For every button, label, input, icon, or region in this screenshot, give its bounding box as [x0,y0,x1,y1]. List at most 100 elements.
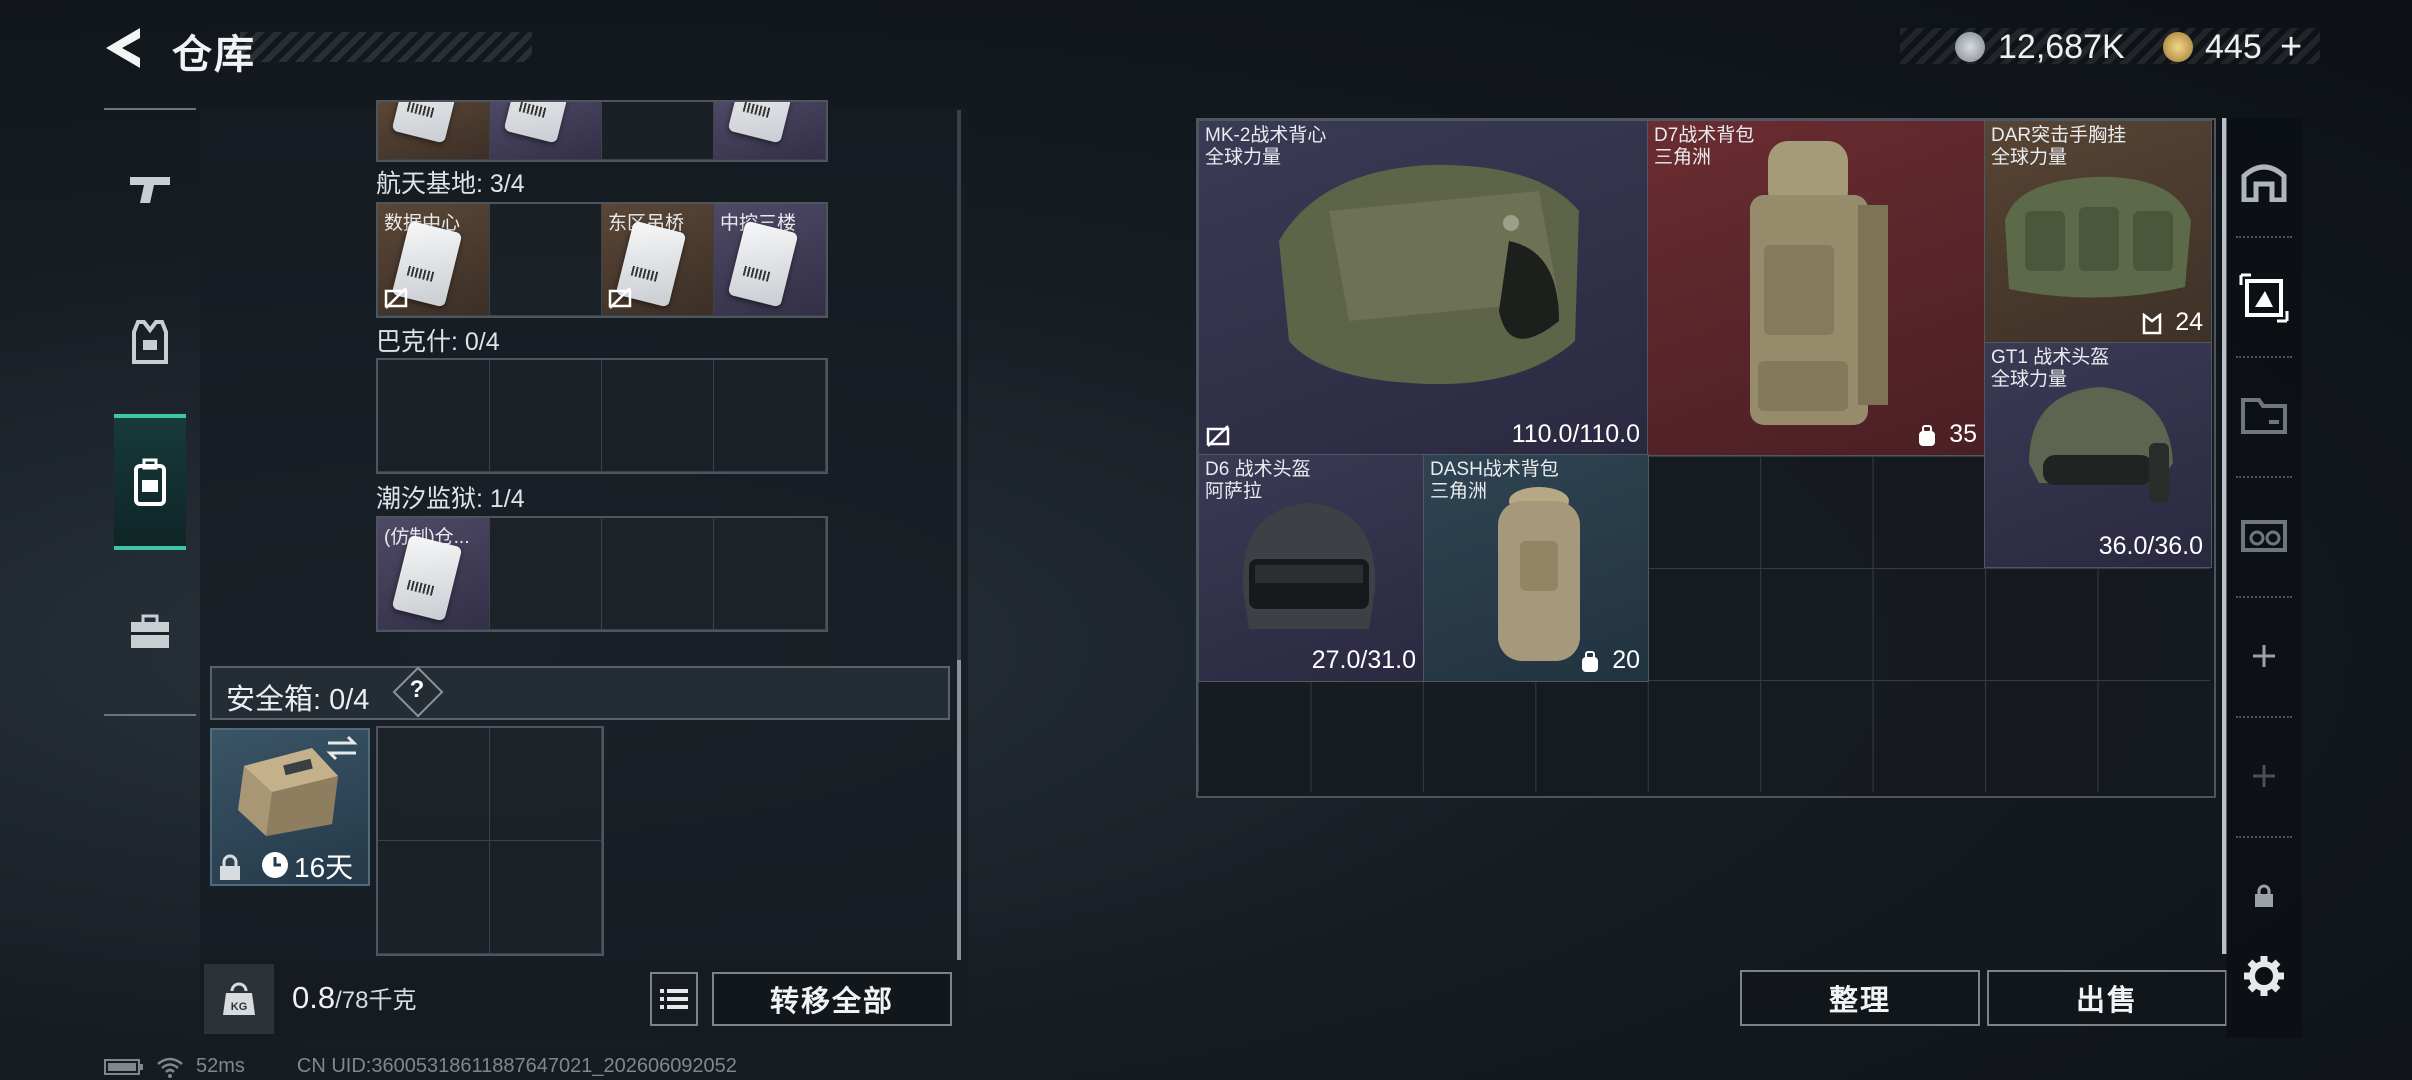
tab-divider [2236,716,2292,718]
nav-armor[interactable] [114,306,186,378]
safebox-duration: 16天 [294,852,354,883]
item-name: D6 战术头盔 阿萨拉 [1205,459,1311,502]
toolbox-icon [131,614,169,648]
empty-slot[interactable] [490,518,602,630]
plus-icon [2253,765,2275,787]
page-title: 仓库 [172,33,256,77]
empty-slot[interactable] [490,204,602,316]
item-slot[interactable] [714,102,826,160]
empty-slot[interactable] [378,728,490,841]
safebox-grid [376,726,604,956]
chest-rig-capacity-icon [2142,313,2162,335]
stash-item-helmet-gt1[interactable]: GT1 战术头盔 全球力量 36.0/36.0 [1984,342,2212,568]
nav-backpack[interactable] [114,414,186,550]
locked-tab[interactable] [2236,868,2292,924]
lock-icon [220,854,240,880]
silver-balance: 12,687K [1998,28,2125,66]
backpack-icon [134,458,166,506]
capacity: 24 [2175,308,2203,336]
gold-coin-icon [2163,32,2193,62]
item-slot[interactable]: 中控三楼 [714,204,826,316]
list-icon [660,989,688,1009]
help-button[interactable]: ? [400,676,434,704]
plus-icon [2253,645,2275,667]
stash-item-backpack[interactable]: D7战术背包 三角洲 35 [1647,120,1986,456]
durability: 110.0/110.0 [1511,420,1640,448]
svg-text:KG: KG [231,1001,248,1013]
weight-icon: KG [223,982,255,1015]
backpack-image [1750,141,1888,425]
empty-slot[interactable] [378,841,490,954]
title-decoration [240,32,532,62]
item-slot[interactable] [490,102,602,160]
key-slot-grid: (仿制)仓... [376,516,828,632]
no-card-icon [384,287,408,309]
item-name: DASH战术背包 三角洲 [1430,459,1559,502]
durability: 27.0/31.0 [1311,646,1416,674]
vehicle-icon [2241,520,2287,552]
add-stash-tab-disabled [2236,748,2292,804]
empty-slot[interactable] [602,360,714,472]
empty-slot[interactable] [714,518,826,630]
gold-balance: 445 [2205,28,2262,66]
back-button[interactable] [100,24,150,72]
swap-icon[interactable] [324,734,360,762]
battery-icon [104,1058,143,1075]
key-slot-grid [376,358,828,474]
tab-divider [2236,356,2292,358]
empty-slot[interactable] [490,728,602,841]
safebox-label: 安全箱: 0/4 [226,684,370,716]
scrollbar-thumb[interactable] [957,660,961,960]
empty-slot[interactable] [714,360,826,472]
wifi-icon [157,1057,183,1078]
tab-stash-3[interactable] [2236,386,2292,442]
stash-item-dash-backpack[interactable]: DASH战术背包 三角洲 20 [1423,454,1649,682]
weight-max: /78千克 [335,987,417,1014]
item-name: GT1 战术头盔 全球力量 [1991,347,2110,390]
item-slot[interactable]: 数据中心 [378,204,490,316]
empty-slot[interactable] [378,360,490,472]
item-slot[interactable] [378,102,490,160]
section-label: 航天基地: 3/4 [376,170,525,198]
chest-rig-image [2005,176,2191,298]
backpack-image [1498,487,1580,661]
vest-image [1279,164,1579,385]
add-stash-tab-button[interactable] [2236,628,2292,684]
empty-slot[interactable] [602,102,714,160]
clock-icon [262,852,288,878]
item-slot[interactable]: 东区吊桥 [602,204,714,316]
lock-icon [2255,884,2273,907]
tab-divider [2236,596,2292,598]
add-currency-button[interactable]: + [2280,26,2302,69]
tab-divider [2236,836,2292,838]
item-name: D7战术背包 三角洲 [1654,125,1755,168]
empty-slot[interactable] [490,841,602,954]
warehouse-icon [2241,164,2287,202]
list-view-button[interactable] [650,972,698,1026]
durability: 36.0/36.0 [2098,532,2203,560]
sort-button[interactable]: 整理 [1740,970,1980,1026]
item-slot[interactable]: (仿制)仓... [378,518,490,630]
no-card-icon [1206,425,1230,447]
key-slot-grid: 数据中心 东区吊桥 中控三楼 [376,202,828,318]
empty-slot[interactable] [602,518,714,630]
gun-icon [130,177,170,203]
no-card-icon [608,287,632,309]
settings-button[interactable] [2236,948,2292,1004]
tab-stash-4[interactable] [2236,506,2292,562]
gear-icon [2244,956,2284,996]
sell-button[interactable]: 出售 [1987,970,2227,1026]
tab-stash-1[interactable] [2236,152,2292,208]
stash-filter-icon [2239,273,2289,323]
tab-stash-2[interactable] [2236,270,2292,326]
stash-item-chest-rig[interactable]: DAR突击手胸挂 全球力量 24 [1984,120,2212,344]
stash-item-helmet-d6[interactable]: D6 战术头盔 阿萨拉 27.0/31.0 [1198,454,1425,682]
nav-weapons[interactable] [114,154,186,226]
helmet-image [2029,387,2173,503]
item-name: DAR突击手胸挂 全球力量 [1991,125,2127,168]
transfer-all-button[interactable]: 转移全部 [712,972,952,1026]
stash-item-vest[interactable]: MK-2战术背心 全球力量 110.0/110.0 [1198,120,1649,456]
silver-coin-icon [1955,32,1985,62]
nav-toolbox[interactable] [114,596,186,668]
empty-slot[interactable] [490,360,602,472]
